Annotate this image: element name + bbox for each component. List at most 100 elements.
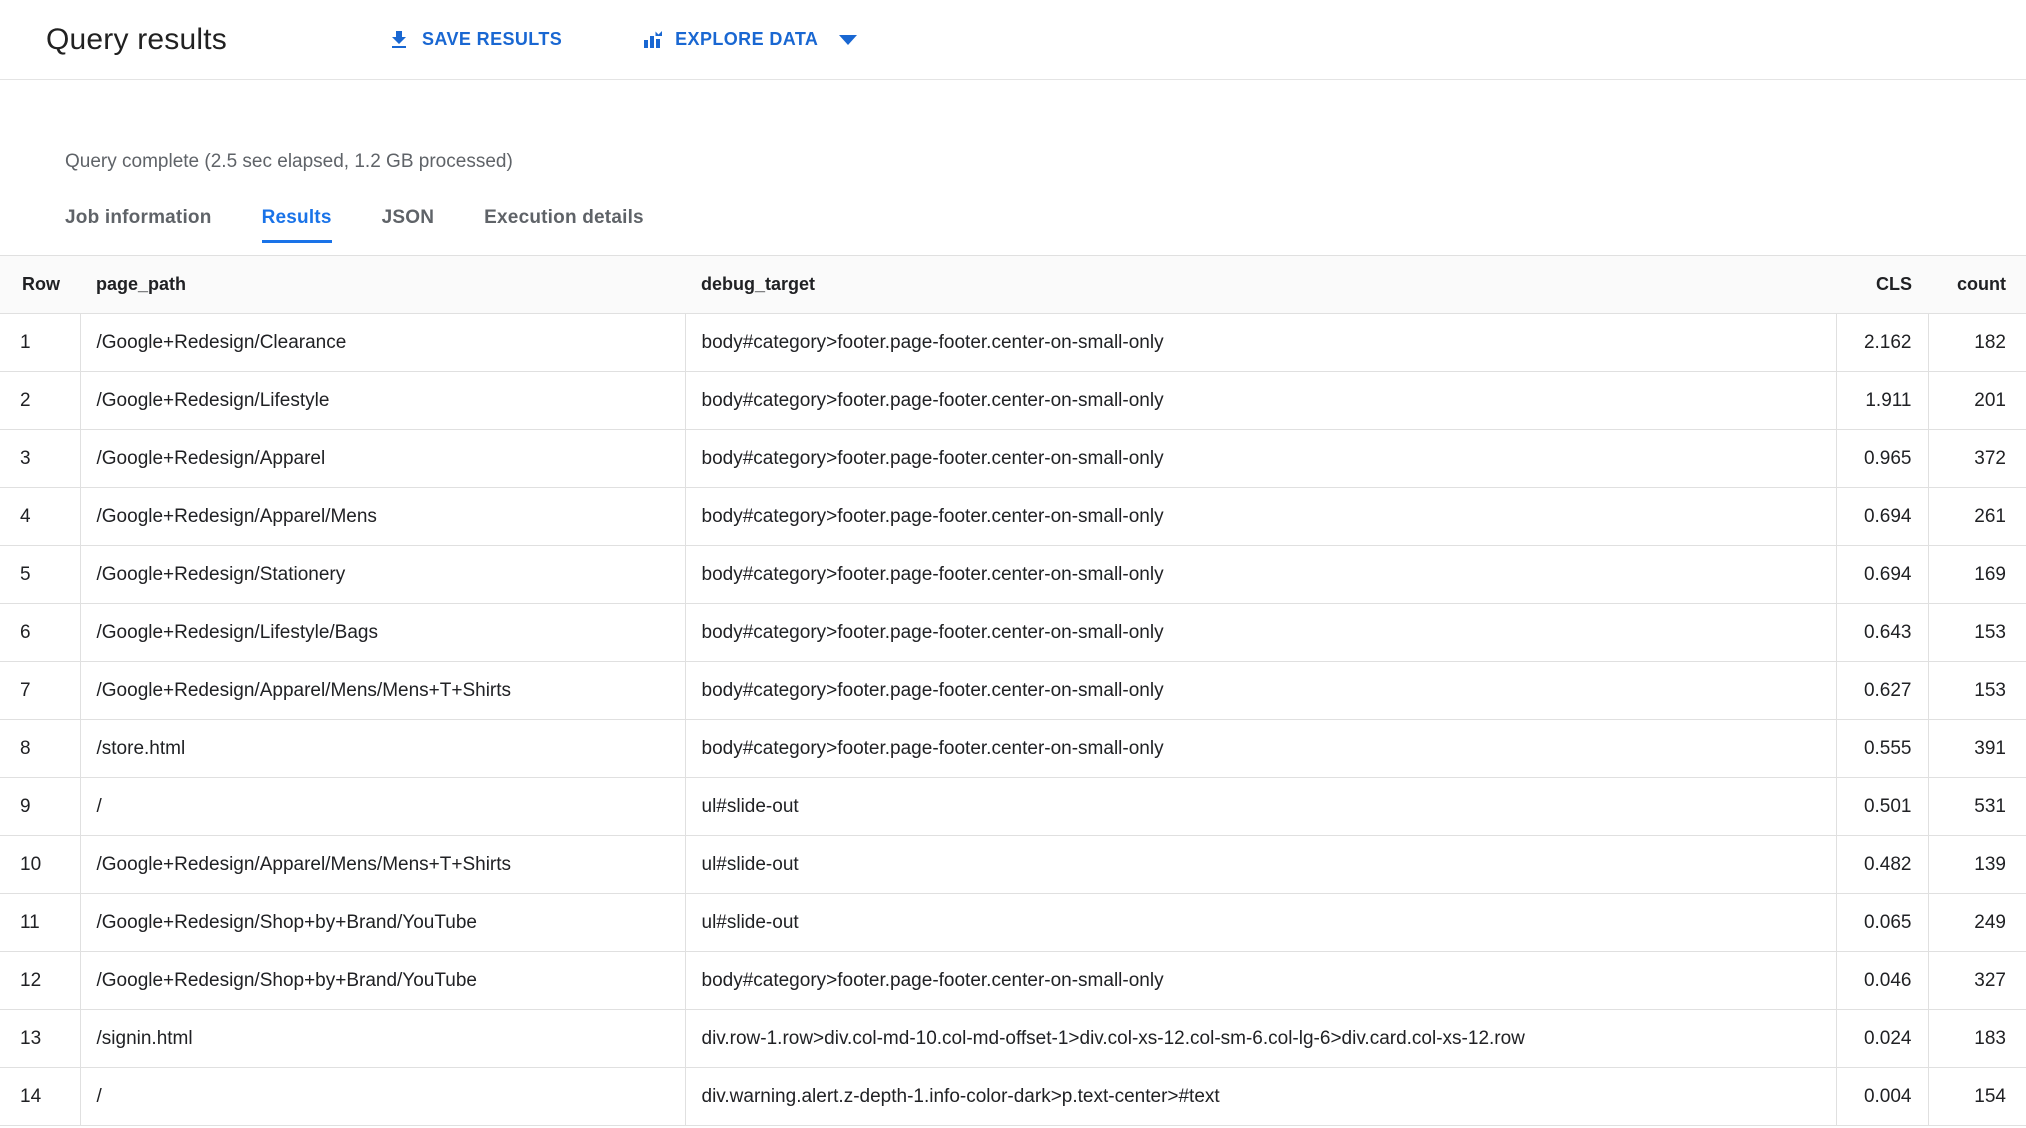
- cell-row: 4: [0, 487, 81, 546]
- table-row: 2/Google+Redesign/Lifestyle body#category…: [0, 371, 2026, 430]
- explore-data-button[interactable]: EXPLORE DATA: [640, 28, 858, 52]
- query-results-header: Query results SAVE RESULTS EXPLORE DATA: [0, 0, 2026, 80]
- cell-row: 5: [0, 545, 81, 604]
- cell-page_path: /store.html: [80, 719, 686, 778]
- cell-count: 153: [1928, 603, 2026, 662]
- cell-count: 372: [1928, 429, 2026, 488]
- cell-cls: 0.482: [1836, 835, 1929, 894]
- tab-execution-details[interactable]: Execution details: [484, 206, 644, 243]
- query-panel: Query complete (2.5 sec elapsed, 1.2 GB …: [0, 150, 2026, 243]
- cell-count: 139: [1928, 835, 2026, 894]
- cell-count: 391: [1928, 719, 2026, 778]
- cell-count: 327: [1928, 951, 2026, 1010]
- cell-count: 531: [1928, 777, 2026, 836]
- table-row: 1/Google+Redesign/Clearance body#category…: [0, 313, 2026, 372]
- cell-row: 12: [0, 951, 81, 1010]
- cell-page_path: /signin.html: [80, 1009, 686, 1068]
- cell-count: 182: [1928, 313, 2026, 372]
- column-header-debug-target: debug_target: [685, 255, 1836, 314]
- cell-cls: 0.046: [1836, 951, 1929, 1010]
- cell-row: 7: [0, 661, 81, 720]
- cell-cls: 0.694: [1836, 487, 1929, 546]
- cell-cls: 0.065: [1836, 893, 1929, 952]
- results-table-body: 1/Google+Redesign/Clearance body#category…: [0, 313, 2026, 1126]
- cell-row: 14: [0, 1067, 81, 1126]
- cell-cls: 0.643: [1836, 603, 1929, 662]
- tab-results[interactable]: Results: [261, 206, 332, 243]
- cell-debug_target: ul#slide-out: [685, 777, 1837, 836]
- cell-debug_target: body#category>footer.page-footer.center-…: [685, 603, 1837, 662]
- table-row: 13/signin.html div.row-1.row>div.col-md-1…: [0, 1009, 2026, 1068]
- cell-cls: 0.555: [1836, 719, 1929, 778]
- tab-job-information[interactable]: Job information: [65, 206, 212, 243]
- cell-page_path: /Google+Redesign/Shop+by+Brand/YouTube: [80, 951, 686, 1010]
- cell-debug_target: body#category>footer.page-footer.center-…: [685, 371, 1837, 430]
- cell-debug_target: body#category>footer.page-footer.center-…: [685, 313, 1837, 372]
- cell-cls: 2.162: [1836, 313, 1929, 372]
- table-row: 5/Google+Redesign/Stationery body#categor…: [0, 545, 2026, 604]
- cell-page_path: /: [80, 1067, 686, 1126]
- cell-count: 201: [1928, 371, 2026, 430]
- cell-page_path: /Google+Redesign/Lifestyle/Bags: [80, 603, 686, 662]
- cell-debug_target: body#category>footer.page-footer.center-…: [685, 545, 1837, 604]
- cell-debug_target: ul#slide-out: [685, 835, 1837, 894]
- cell-page_path: /Google+Redesign/Stationery: [80, 545, 686, 604]
- cell-debug_target: body#category>footer.page-footer.center-…: [685, 661, 1837, 720]
- cell-row: 8: [0, 719, 81, 778]
- cell-debug_target: ul#slide-out: [685, 893, 1837, 952]
- cell-cls: 0.965: [1836, 429, 1929, 488]
- column-header-count: count: [1928, 255, 2026, 314]
- cell-page_path: /Google+Redesign/Clearance: [80, 313, 686, 372]
- cell-page_path: /Google+Redesign/Apparel: [80, 429, 686, 488]
- cell-page_path: /Google+Redesign/Apparel/Mens: [80, 487, 686, 546]
- save-results-label: SAVE RESULTS: [422, 29, 563, 49]
- cell-count: 183: [1928, 1009, 2026, 1068]
- cell-cls: 1.911: [1836, 371, 1929, 430]
- table-row: 11/Google+Redesign/Shop+by+Brand/YouTube…: [0, 893, 2026, 952]
- download-icon: [387, 28, 411, 52]
- explore-data-label: EXPLORE DATA: [675, 29, 819, 49]
- table-row: 4/Google+Redesign/Apparel/Mens body#categ…: [0, 487, 2026, 546]
- cell-debug_target: body#category>footer.page-footer.center-…: [685, 487, 1837, 546]
- tab-bar: Job information Results JSON Execution d…: [65, 206, 2026, 243]
- dropdown-caret-icon: [839, 34, 858, 45]
- page-title: Query results: [46, 22, 227, 56]
- cell-row: 10: [0, 835, 81, 894]
- cell-page_path: /Google+Redesign/Apparel/Mens/Mens+T+Shi…: [80, 835, 686, 894]
- results-table: Row page_path debug_target CLS count 1/G…: [0, 255, 2026, 1126]
- cell-row: 13: [0, 1009, 81, 1068]
- table-row: 8/store.html body#category>footer.page-fo…: [0, 719, 2026, 778]
- cell-count: 154: [1928, 1067, 2026, 1126]
- table-header-row: Row page_path debug_target CLS count: [0, 255, 2026, 314]
- cell-debug_target: body#category>footer.page-footer.center-…: [685, 719, 1837, 778]
- table-row: 3/Google+Redesign/Apparel body#category>f…: [0, 429, 2026, 488]
- table-row: 6/Google+Redesign/Lifestyle/Bags body#cat…: [0, 603, 2026, 662]
- cell-cls: 0.694: [1836, 545, 1929, 604]
- cell-page_path: /Google+Redesign/Apparel/Mens/Mens+T+Shi…: [80, 661, 686, 720]
- table-row: 9/ul#slide-out 0.501 531: [0, 777, 2026, 836]
- save-results-button[interactable]: SAVE RESULTS: [387, 28, 562, 52]
- table-row: 12/Google+Redesign/Shop+by+Brand/YouTube…: [0, 951, 2026, 1010]
- cell-cls: 0.501: [1836, 777, 1929, 836]
- table-row: 10/Google+Redesign/Apparel/Mens/Mens+T+S…: [0, 835, 2026, 894]
- cell-row: 11: [0, 893, 81, 952]
- cell-count: 249: [1928, 893, 2026, 952]
- cell-page_path: /Google+Redesign/Lifestyle: [80, 371, 686, 430]
- cell-debug_target: body#category>footer.page-footer.center-…: [685, 951, 1837, 1010]
- column-header-row: Row: [0, 255, 80, 314]
- cell-cls: 0.004: [1836, 1067, 1929, 1126]
- table-row: 14/div.warning.alert.z-depth-1.info-colo…: [0, 1067, 2026, 1126]
- cell-row: 1: [0, 313, 81, 372]
- cell-debug_target: body#category>footer.page-footer.center-…: [685, 429, 1837, 488]
- table-row: 7/Google+Redesign/Apparel/Mens/Mens+T+Sh…: [0, 661, 2026, 720]
- cell-row: 2: [0, 371, 81, 430]
- cell-cls: 0.627: [1836, 661, 1929, 720]
- cell-row: 9: [0, 777, 81, 836]
- cell-count: 261: [1928, 487, 2026, 546]
- cell-page_path: /Google+Redesign/Shop+by+Brand/YouTube: [80, 893, 686, 952]
- cell-row: 6: [0, 603, 81, 662]
- tab-json[interactable]: JSON: [382, 206, 435, 243]
- cell-debug_target: div.row-1.row>div.col-md-10.col-md-offse…: [685, 1009, 1837, 1068]
- column-header-cls: CLS: [1836, 255, 1928, 314]
- cell-debug_target: div.warning.alert.z-depth-1.info-color-d…: [685, 1067, 1837, 1126]
